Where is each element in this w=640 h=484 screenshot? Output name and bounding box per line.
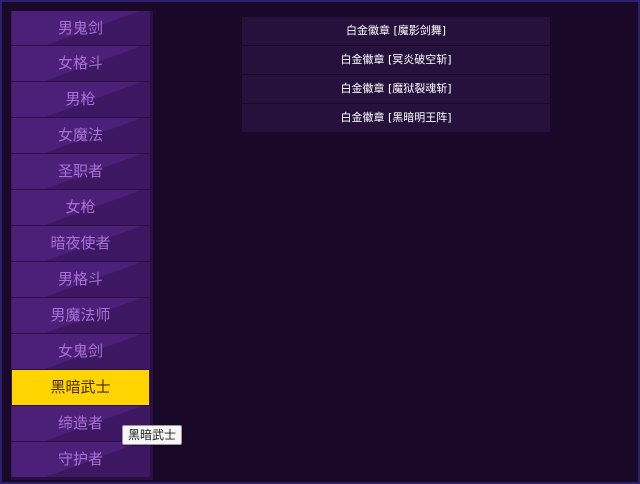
class-item-male-mage[interactable]: 男魔法师	[11, 298, 150, 333]
badge-item[interactable]: 白金徽章 [冥炎破空斩]	[242, 46, 550, 74]
hover-tooltip: 黑暗武士	[122, 425, 183, 445]
badge-item[interactable]: 白金徽章 [魔影剑舞]	[242, 17, 550, 45]
badge-item[interactable]: 白金徽章 [魔狱裂魂斩]	[242, 75, 550, 103]
app-window: 男鬼剑 女格斗 男枪 女魔法 圣职者 女枪 暗夜使者 男格斗 男魔法师 女鬼剑 …	[0, 0, 640, 484]
class-item-male-slayer[interactable]: 男鬼剑	[11, 11, 150, 45]
badge-item[interactable]: 白金徽章 [黑暗明王阵]	[242, 104, 550, 132]
class-item-male-gunner[interactable]: 男枪	[11, 82, 150, 117]
class-item-male-fighter[interactable]: 男格斗	[11, 262, 150, 297]
class-item-priest[interactable]: 圣职者	[11, 154, 150, 189]
class-item-female-slayer[interactable]: 女鬼剑	[11, 334, 150, 369]
class-item-female-fighter[interactable]: 女格斗	[11, 46, 150, 81]
class-item-dark-knight[interactable]: 黑暗武士	[11, 370, 150, 405]
badge-list: 白金徽章 [魔影剑舞] 白金徽章 [冥炎破空斩] 白金徽章 [魔狱裂魂斩] 白金…	[242, 17, 550, 133]
class-sidebar: 男鬼剑 女格斗 男枪 女魔法 圣职者 女枪 暗夜使者 男格斗 男魔法师 女鬼剑 …	[11, 11, 153, 480]
class-item-female-gunner[interactable]: 女枪	[11, 190, 150, 225]
class-item-female-mage[interactable]: 女魔法	[11, 118, 150, 153]
class-item-guardian[interactable]: 守护者	[11, 442, 150, 477]
class-item-thief[interactable]: 暗夜使者	[11, 226, 150, 261]
